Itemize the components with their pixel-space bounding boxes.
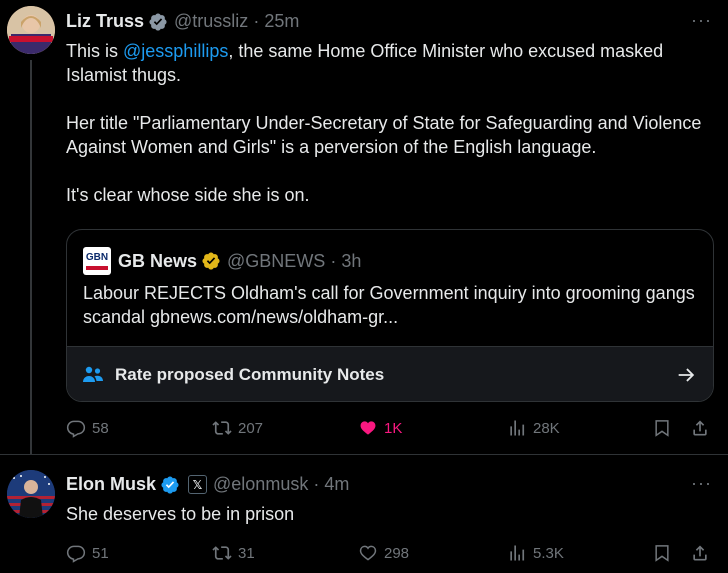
like-button[interactable]: 298 bbox=[358, 543, 409, 563]
retweet-icon bbox=[212, 546, 232, 560]
separator-dot: · bbox=[253, 11, 260, 31]
retweet-count: 31 bbox=[238, 544, 255, 562]
verified-badge-icon bbox=[149, 12, 167, 31]
author-handle[interactable]: @trussliz bbox=[174, 11, 248, 32]
quoted-tweet[interactable]: GBN GB News @GBNEWS · 3h Labour REJECTS … bbox=[66, 229, 714, 402]
rate-community-notes-button[interactable]: Rate proposed Community Notes bbox=[67, 346, 713, 401]
bookmark-button[interactable] bbox=[652, 418, 678, 438]
quote-header: GBN GB News @GBNEWS · 3h bbox=[83, 247, 361, 275]
avatar[interactable] bbox=[7, 470, 55, 518]
avatar-image bbox=[7, 470, 55, 518]
reply-count: 51 bbox=[92, 544, 109, 562]
text-segment: This is bbox=[66, 41, 124, 61]
share-icon bbox=[693, 545, 707, 561]
author-name[interactable]: Elon Musk bbox=[66, 474, 156, 495]
arrow-right-icon bbox=[678, 368, 695, 382]
bookmark-icon bbox=[655, 545, 669, 562]
tweet-paragraph-3: It's clear whose side she is on. bbox=[66, 185, 310, 205]
author-handle[interactable]: @elonmusk bbox=[213, 474, 308, 495]
retweet-button[interactable]: 207 bbox=[212, 418, 263, 438]
tweet-text: This is @jessphillips, the same Home Off… bbox=[66, 39, 716, 207]
share-icon bbox=[693, 420, 707, 436]
reply-button[interactable]: 51 bbox=[66, 543, 109, 563]
like-count: 298 bbox=[384, 544, 410, 562]
reply-icon bbox=[66, 420, 86, 438]
share-button[interactable] bbox=[690, 418, 716, 438]
like-button[interactable]: 1K bbox=[358, 418, 402, 438]
community-notes-icon bbox=[83, 366, 103, 382]
thread-connector-line bbox=[30, 60, 32, 454]
retweet-button[interactable]: 31 bbox=[212, 543, 255, 563]
tweet-elon-musk[interactable]: Elon Musk 𝕏 @elonmusk · 4m ··· She deser… bbox=[0, 454, 728, 573]
share-button[interactable] bbox=[690, 543, 716, 563]
tweet-header: Liz Truss @trussliz · 25m bbox=[66, 11, 299, 32]
tweet-paragraph-2: Her title "Parliamentary Under-Secretary… bbox=[66, 113, 702, 157]
gold-verified-badge-icon bbox=[202, 252, 220, 270]
gbnews-logo-text: GBN bbox=[85, 252, 109, 263]
verified-badge-icon bbox=[161, 475, 179, 494]
quote-author-handle[interactable]: @GBNEWS bbox=[227, 251, 325, 272]
more-icon[interactable]: ··· bbox=[691, 473, 712, 494]
separator-dot: · bbox=[313, 474, 320, 494]
views-count: 5.3K bbox=[533, 544, 564, 562]
avatar[interactable] bbox=[7, 6, 55, 54]
quote-author-name[interactable]: GB News bbox=[118, 251, 197, 272]
reply-button[interactable]: 58 bbox=[66, 418, 109, 438]
like-icon bbox=[359, 545, 377, 561]
retweet-count: 207 bbox=[238, 419, 264, 437]
views-icon bbox=[510, 420, 525, 436]
like-count: 1K bbox=[384, 419, 403, 437]
timestamp[interactable]: 4m bbox=[324, 474, 349, 495]
author-name[interactable]: Liz Truss bbox=[66, 11, 144, 32]
reply-icon bbox=[66, 545, 86, 563]
views-button[interactable]: 5.3K bbox=[507, 543, 564, 563]
separator-dot: · bbox=[330, 250, 337, 271]
community-notes-label: Rate proposed Community Notes bbox=[115, 365, 385, 384]
quote-avatar[interactable]: GBN bbox=[83, 247, 111, 275]
avatar-image bbox=[7, 6, 55, 54]
more-icon[interactable]: ··· bbox=[691, 10, 712, 31]
timestamp[interactable]: 25m bbox=[264, 11, 299, 32]
tweet-text: She deserves to be in prison bbox=[66, 504, 295, 524]
quote-text: Labour REJECTS Oldham's call for Governm… bbox=[83, 283, 695, 327]
bookmark-icon bbox=[655, 420, 669, 437]
reply-count: 58 bbox=[92, 419, 109, 437]
x-affiliate-badge-icon[interactable]: 𝕏 bbox=[188, 475, 208, 494]
views-count: 28K bbox=[533, 419, 560, 437]
tweet-actions: 58 207 1K 28K bbox=[66, 418, 716, 442]
tweet-header: Elon Musk 𝕏 @elonmusk · 4m bbox=[66, 474, 349, 495]
tweet-actions: 51 31 298 5.3K bbox=[66, 543, 716, 567]
retweet-icon bbox=[212, 421, 232, 435]
views-icon bbox=[510, 545, 525, 561]
like-icon bbox=[360, 421, 376, 435]
quote-timestamp[interactable]: 3h bbox=[341, 251, 361, 272]
bookmark-button[interactable] bbox=[652, 543, 678, 563]
mention-link[interactable]: @jessphillips bbox=[123, 41, 228, 61]
views-button[interactable]: 28K bbox=[507, 418, 560, 438]
tweet-paragraph-1: This is @jessphillips, the same Home Off… bbox=[66, 39, 716, 87]
tweet-liz-truss[interactable]: Liz Truss @trussliz · 25m ··· This is @j… bbox=[0, 0, 728, 454]
